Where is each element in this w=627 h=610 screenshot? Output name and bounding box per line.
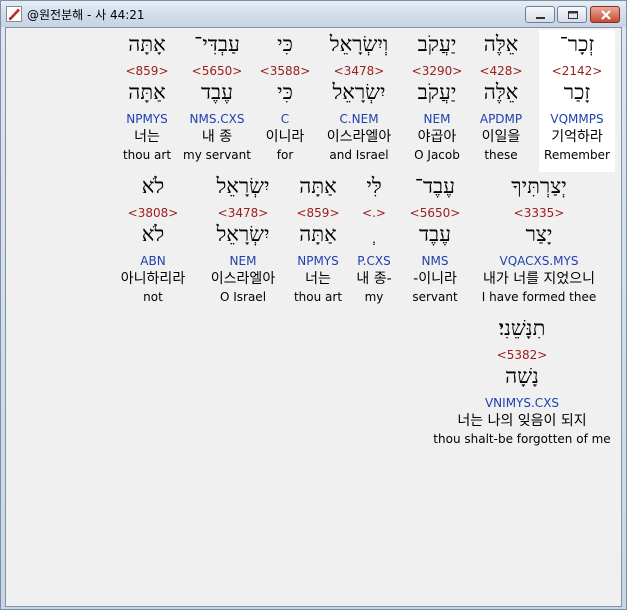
hebrew-word: אָתָּה <box>128 32 166 56</box>
strong-number[interactable]: <3335> <box>474 207 604 219</box>
english-gloss: not <box>143 290 163 304</box>
korean-gloss: 너는 <box>134 129 160 145</box>
hebrew-word: תִנָּשֵׁנִי׃ <box>498 316 546 340</box>
english-gloss: thou art <box>122 148 172 162</box>
korean-gloss: 내가 너를 지었으니 <box>483 271 595 287</box>
maximize-button[interactable] <box>557 6 587 23</box>
title-bar[interactable]: @원전분해 - 사 44:21 <box>1 1 626 27</box>
hebrew-word: יְצַרְתִּיךָ <box>511 174 567 198</box>
minimize-button[interactable] <box>525 6 555 23</box>
morphology-code: NPMYS <box>126 112 168 126</box>
morphology-code: NEM <box>229 254 257 268</box>
morphology-code: VNIMYS.CXS <box>484 396 560 410</box>
interlinear-panel: זְכָר־ <2142> זָכַר VQMMPS 기억하라 Remember… <box>5 27 622 607</box>
english-gloss: O Israel <box>219 290 267 304</box>
morphology-code: VQACXS.MYS <box>499 254 579 268</box>
morphology-code: ABN <box>140 254 166 268</box>
strong-number[interactable]: <3478> <box>193 207 293 219</box>
strong-number[interactable]: <3808> <box>103 207 203 219</box>
hebrew-lemma: לֹא <box>141 222 165 246</box>
hebrew-word: לֹא <box>141 174 165 198</box>
strong-number[interactable]: <859> <box>97 65 197 77</box>
close-icon <box>601 10 611 20</box>
strong-number[interactable]: <5382> <box>432 349 612 361</box>
korean-gloss: 아니하리라 <box>120 271 186 287</box>
hebrew-lemma: אַתָּה <box>128 80 166 104</box>
minimize-icon <box>536 17 545 19</box>
korean-gloss: 너는 나의 잊음이 되지 <box>457 413 587 429</box>
english-gloss: I have formed thee <box>481 290 597 304</box>
hebrew-lemma: יִשְׂרָאֵל <box>216 222 270 246</box>
app-window: @원전분해 - 사 44:21 זְכָר־ <2142> זָכַר VQMM… <box>0 0 627 610</box>
korean-gloss: 이스라엘아 <box>210 271 276 287</box>
hebrew-lemma: נָשָׁה <box>505 364 539 388</box>
window-title: @원전분해 - 사 44:21 <box>27 8 145 22</box>
hebrew-word: יִשְׂרָאֵל <box>216 174 270 198</box>
close-button[interactable] <box>590 6 620 23</box>
hebrew-lemma: יָצַר <box>525 222 553 246</box>
pen-icon[interactable] <box>6 6 22 22</box>
english-gloss: thou shalt-be forgotten of me <box>433 432 611 446</box>
